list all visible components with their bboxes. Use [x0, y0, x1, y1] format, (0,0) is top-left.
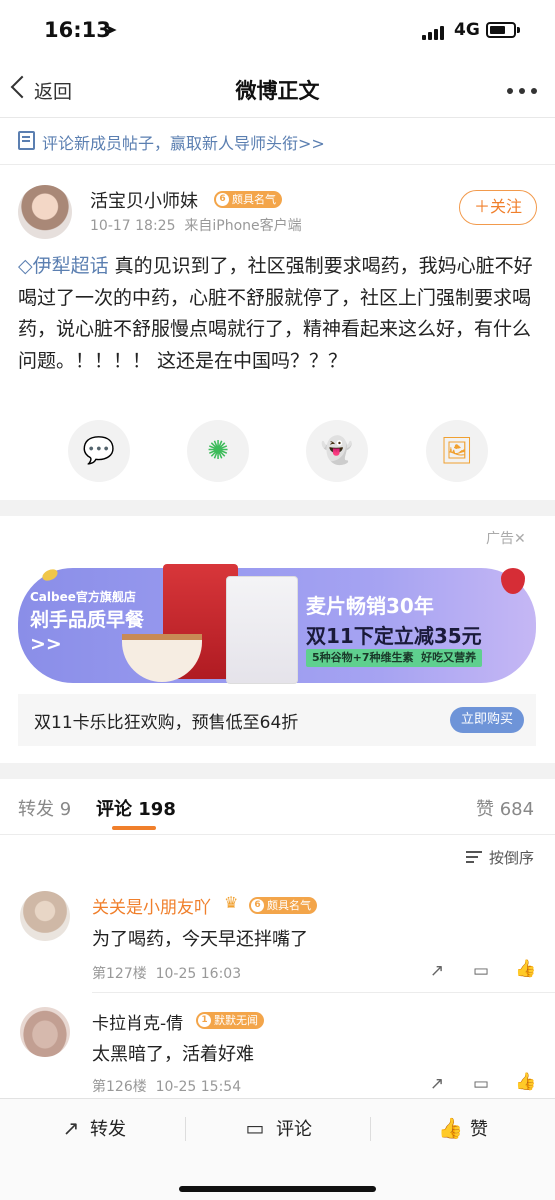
author-badge: 6 颇具名气	[214, 191, 282, 208]
sort-icon[interactable]	[466, 851, 482, 863]
product-box-white	[226, 576, 298, 684]
author-avatar[interactable]	[18, 185, 72, 239]
comment-icon[interactable]: ▭	[471, 1075, 491, 1093]
comment-button[interactable]: 评论	[276, 1115, 312, 1141]
active-tab-indicator	[112, 826, 156, 830]
like-icon[interactable]: 👍	[438, 1117, 463, 1139]
like-icon[interactable]: 👍	[515, 1073, 536, 1091]
commenter-badge: 1 默默无闻	[196, 1012, 264, 1029]
post-card: 活宝贝小师妹 6 颇具名气 10-17 18:25 来自iPhone客户端 ＋关注…	[0, 165, 555, 500]
network-label: 4G	[454, 20, 480, 40]
bottom-action-bar: ↗ 转发 ▭ 评论 👍 赞	[0, 1098, 555, 1200]
comment-meta: 第126楼 10-25 15:54	[92, 1079, 242, 1095]
notice-banner[interactable]: 评论新成员帖子，赢取新人导师头衔>>	[0, 118, 555, 165]
post-meta: 10-17 18:25 来自iPhone客户端	[90, 218, 302, 234]
ad-card[interactable]: 广告✕ Calbee官方旗舰店 剁手品质早餐>> 麦片畅销30年 双11下定立减…	[0, 516, 555, 763]
ad-store-name: Calbee官方旗舰店	[30, 590, 136, 604]
battery-icon	[486, 22, 516, 38]
comment-list: 按倒序 关关是小朋友吖 ♛ 6 颇具名气 为了喝药，今天早还拌嘴了 第127楼 1…	[0, 835, 555, 1098]
badge-icon: 1	[198, 1014, 211, 1027]
comment-divider	[92, 992, 555, 993]
comment-meta: 第127楼 10-25 16:03	[92, 966, 242, 982]
status-time: 16:13	[44, 18, 111, 42]
qq-icon: 👻	[320, 436, 354, 466]
separator	[185, 1117, 186, 1141]
more-icon[interactable]	[507, 88, 541, 96]
ad-headline-1: 麦片畅销30年	[306, 594, 434, 618]
home-indicator[interactable]	[179, 1186, 376, 1192]
tab-repost[interactable]: 转发 9	[18, 795, 71, 821]
ad-headline-2: 双11下定立减35元	[306, 624, 482, 648]
location-icon: ➤	[104, 20, 118, 39]
commenter-badge: 6 颇具名气	[249, 897, 317, 914]
document-icon	[18, 131, 35, 150]
buy-now-button[interactable]: 立即购买	[450, 707, 524, 733]
sort-button[interactable]: 按倒序	[489, 847, 534, 868]
save-image-icon: 🖼	[440, 436, 474, 466]
commenter-avatar[interactable]	[20, 891, 70, 941]
share-wechat-button[interactable]: 💬	[68, 420, 130, 482]
comment-text: 为了喝药，今天早还拌嘴了	[92, 929, 308, 950]
badge-icon: 6	[216, 193, 229, 206]
comment-text: 太黑暗了，活着好难	[92, 1044, 254, 1065]
share-moments-button[interactable]: ✺	[187, 420, 249, 482]
nav-bar: 返回 微博正文	[0, 62, 555, 118]
commenter-avatar[interactable]	[20, 1007, 70, 1057]
tab-comment[interactable]: 评论 198	[96, 795, 176, 821]
save-image-button[interactable]: 🖼	[426, 420, 488, 482]
badge-icon: 6	[251, 899, 264, 912]
post-content: ◇伊犁超话 真的见识到了，社区强制要求喝药，我妈心脏不好喝过了一次的中药，心脏不…	[18, 251, 533, 377]
ad-close[interactable]: 广告✕	[486, 528, 526, 548]
comment-icon[interactable]: ▭	[471, 962, 491, 980]
author-name[interactable]: 活宝贝小师妹	[90, 187, 198, 213]
notice-text[interactable]: 评论新成员帖子，赢取新人导师头衔>>	[42, 130, 325, 154]
tab-like[interactable]: 赞 684	[476, 795, 534, 821]
repost-button[interactable]: 转发	[90, 1115, 126, 1141]
ad-text[interactable]: 双11卡乐比狂欢购，预售低至64折	[34, 708, 298, 733]
share-qq-button[interactable]: 👻	[306, 420, 368, 482]
repost-icon[interactable]: ↗	[427, 1075, 447, 1093]
follow-button[interactable]: ＋关注	[459, 190, 537, 225]
repost-icon[interactable]: ↗	[427, 962, 447, 980]
commenter-name[interactable]: 卡拉肖克-倩	[92, 1009, 183, 1034]
moments-icon: ✺	[207, 436, 229, 466]
topic-link[interactable]: ◇伊犁超话	[18, 255, 109, 277]
wechat-icon: 💬	[82, 436, 116, 466]
tabs-bar: 转发 9 评论 198 赞 684	[0, 779, 555, 835]
page-title: 微博正文	[235, 79, 320, 103]
like-icon[interactable]: 👍	[515, 960, 536, 978]
battery-tip	[517, 27, 520, 33]
comment-icon[interactable]: ▭	[244, 1117, 266, 1139]
crown-icon: ♛	[224, 893, 239, 912]
signal-icon	[422, 24, 448, 40]
separator	[370, 1117, 371, 1141]
ad-subline: 5种谷物+7种维生素 好吃又营养	[306, 649, 483, 667]
commenter-name[interactable]: 关关是小朋友吖	[92, 893, 211, 918]
repost-icon[interactable]: ↗	[60, 1117, 82, 1139]
like-button[interactable]: 赞	[470, 1115, 488, 1141]
